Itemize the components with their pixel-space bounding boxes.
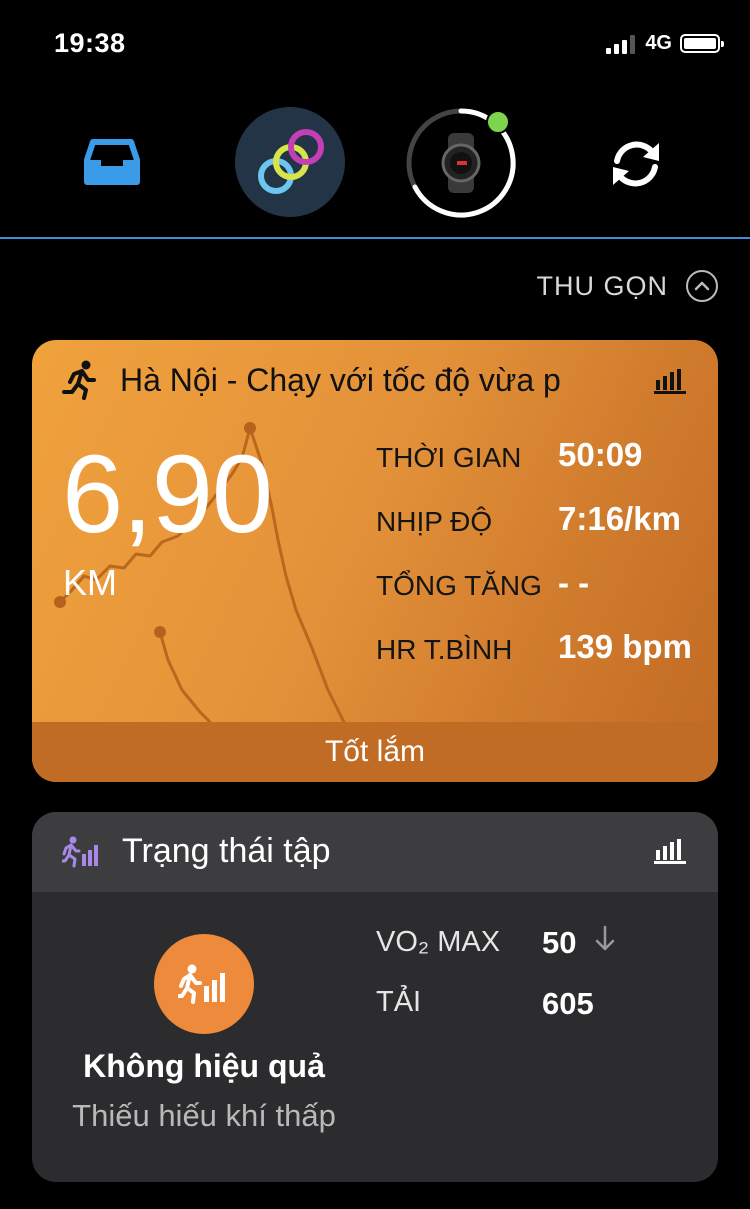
nav-divider xyxy=(0,237,750,239)
linked-rings-icon xyxy=(258,129,324,194)
sync-button[interactable] xyxy=(604,132,668,196)
activity-title: Hà Nội - Chạy với tốc độ vừa p xyxy=(120,361,561,398)
feedback-text: Tốt lắm xyxy=(324,735,426,768)
training-status-badge-icon xyxy=(178,964,225,1004)
activity-header: Hà Nội - Chạy với tốc độ vừa p xyxy=(62,360,561,400)
network-type: 4G xyxy=(645,32,672,54)
stat-label-pace: NHỊP ĐỘ xyxy=(376,506,493,537)
inbox-icon xyxy=(84,139,140,185)
chevron-up-icon xyxy=(686,270,718,302)
top-navigation xyxy=(0,90,750,238)
arrow-down-icon xyxy=(595,925,615,951)
stat-value-time: 50:09 xyxy=(558,436,643,473)
stat-label-ascent: TỔNG TĂNG xyxy=(376,570,542,601)
status-time: 19:38 xyxy=(54,28,126,58)
connect-button[interactable] xyxy=(235,107,345,217)
training-status-card[interactable]: Trạng thái tập Không hiệu quả Thiếu hiếu… xyxy=(32,812,718,1182)
status-indicators: 4G xyxy=(606,32,724,55)
bar-chart-icon[interactable] xyxy=(654,838,686,864)
training-status-header: Trạng thái tập xyxy=(32,812,718,892)
device-button[interactable] xyxy=(403,105,519,221)
sync-icon xyxy=(613,141,659,187)
training-status-description: Thiếu hiếu khí thấp xyxy=(72,1098,336,1133)
training-status-badge xyxy=(154,934,254,1034)
bar-chart-icon[interactable] xyxy=(654,368,686,394)
load-label: TẢI xyxy=(376,986,422,1018)
inbox-button[interactable] xyxy=(80,130,144,194)
cellular-signal-icon xyxy=(606,34,636,54)
watch-icon xyxy=(406,108,516,218)
battery-icon xyxy=(680,34,724,53)
running-icon xyxy=(62,360,96,400)
stat-value-ascent: - - xyxy=(558,564,590,601)
training-status-icon xyxy=(62,836,98,868)
stat-label-avg-hr: HR T.BÌNH xyxy=(376,634,513,665)
status-bar: 19:38 4G xyxy=(0,0,750,90)
activity-card[interactable]: Hà Nội - Chạy với tốc độ vừa p 6,90 KM T… xyxy=(32,340,718,782)
distance-value: 6,90 xyxy=(62,433,273,556)
load-value: 605 xyxy=(542,986,594,1021)
training-status-title: Trạng thái tập xyxy=(122,832,331,870)
feedback-bar: Tốt lắm xyxy=(32,722,718,782)
collapse-button[interactable]: THU GỌN xyxy=(536,270,718,302)
distance-unit: KM xyxy=(63,562,117,603)
stat-value-pace: 7:16/km xyxy=(558,500,681,537)
collapse-label: THU GỌN xyxy=(536,270,668,301)
vo2-max-value: 50 xyxy=(542,925,577,960)
stat-value-avg-hr: 139 bpm xyxy=(558,628,692,665)
training-status-name: Không hiệu quả xyxy=(83,1048,325,1084)
vo2-max-label: VO₂ MAX xyxy=(376,926,501,958)
stat-label-time: THỜI GIAN xyxy=(376,442,522,473)
